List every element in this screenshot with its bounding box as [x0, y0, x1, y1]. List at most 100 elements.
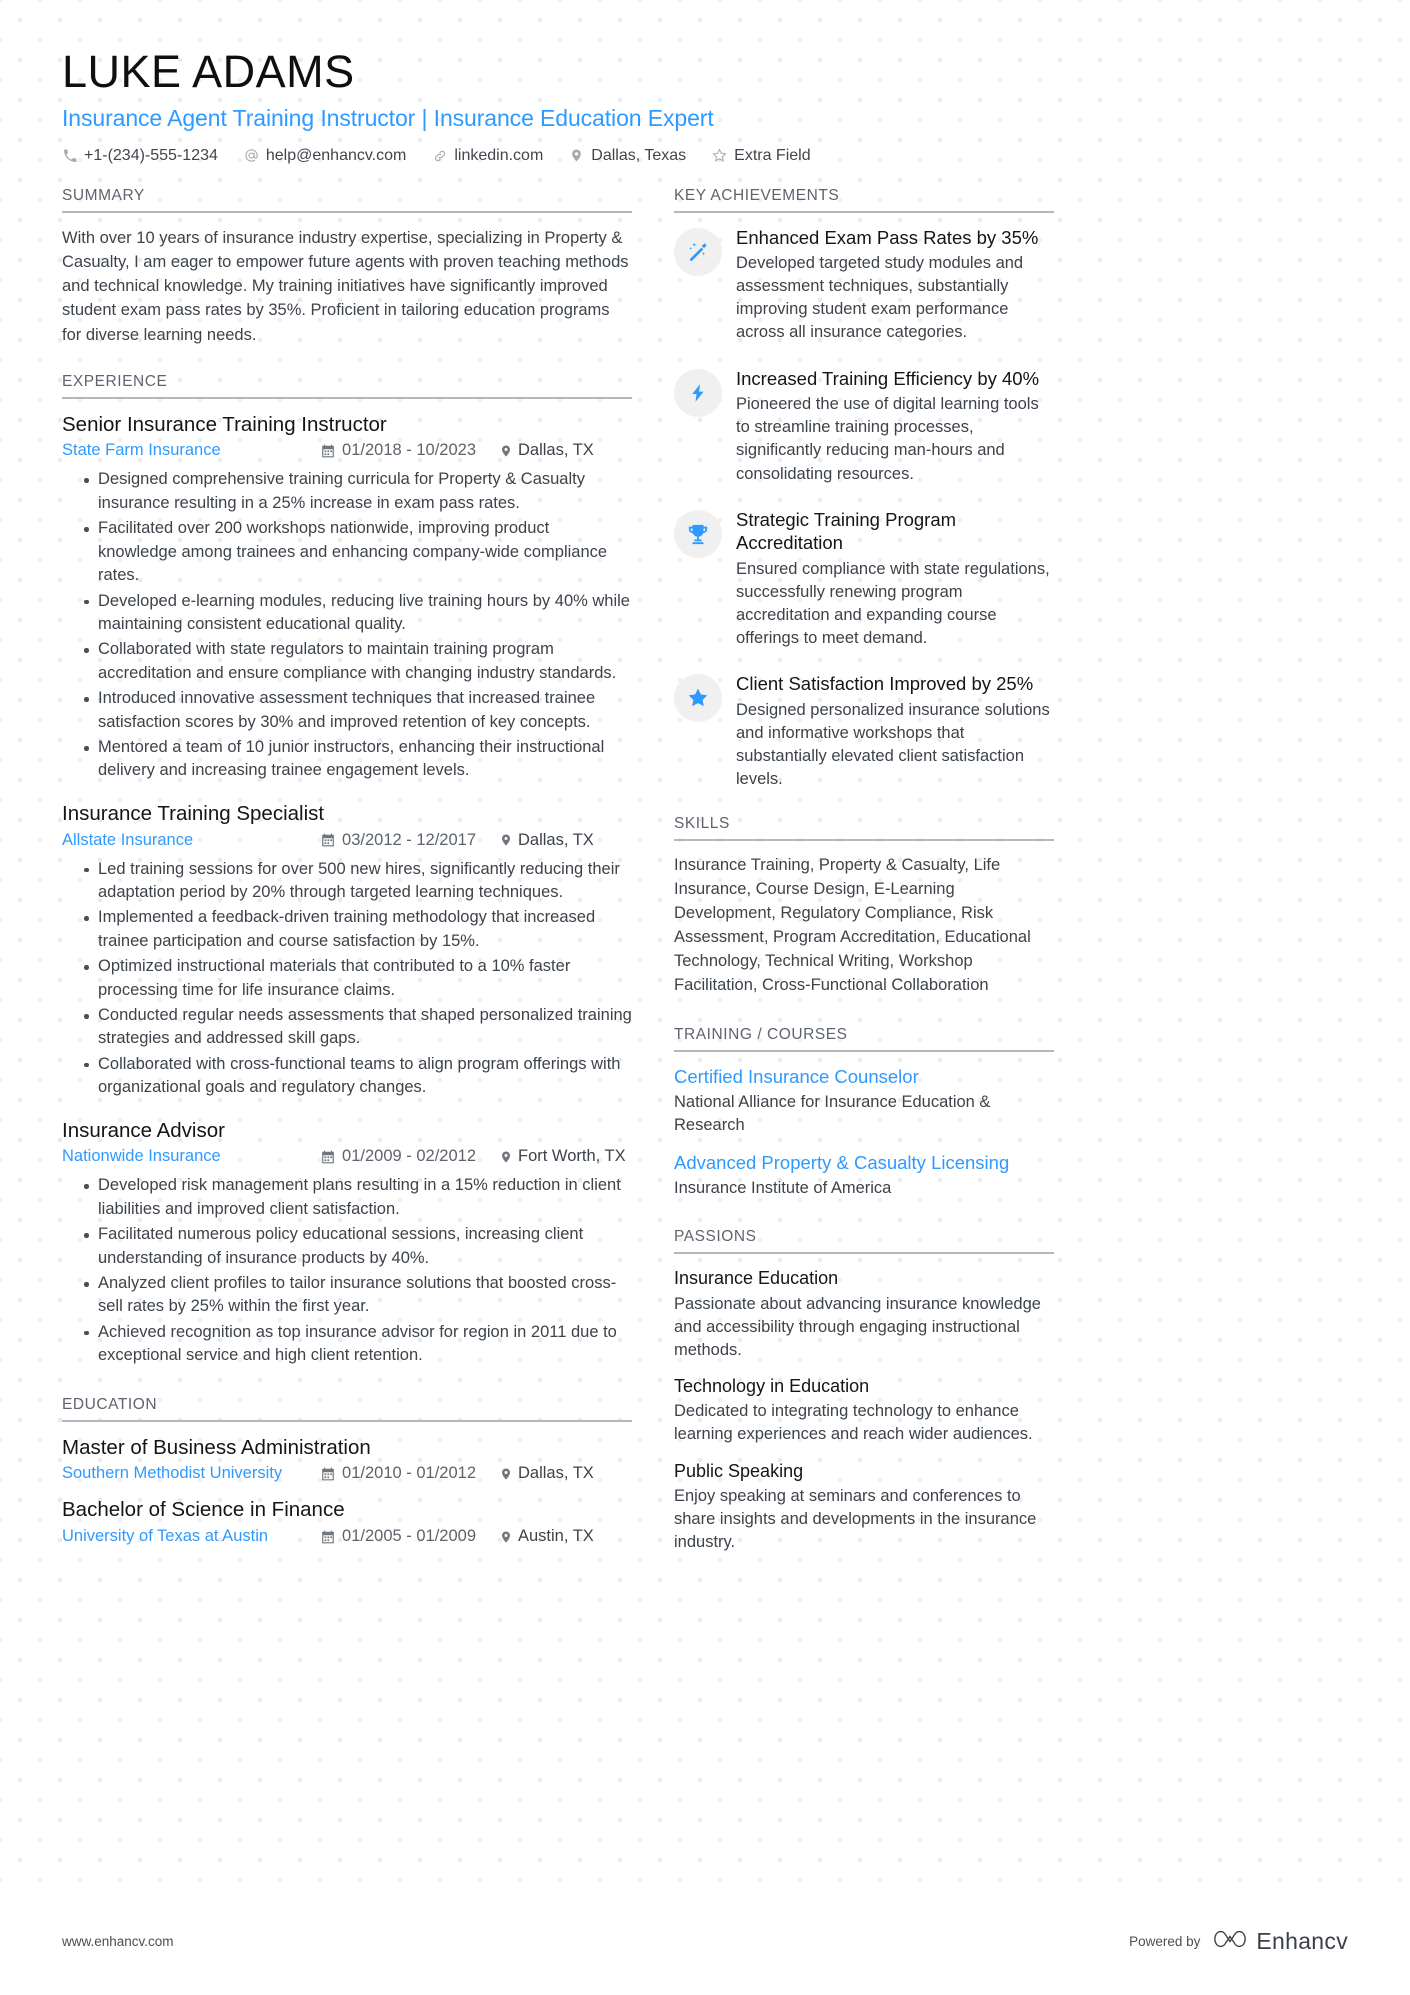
enhancv-brand-name: Enhancv — [1256, 1927, 1348, 1954]
job-company[interactable]: Allstate Insurance — [62, 831, 193, 850]
job-location-text: Dallas, TX — [518, 441, 594, 460]
section-title-education: EDUCATION — [62, 1396, 632, 1422]
job-date-text: 01/2018 - 10/2023 — [342, 441, 476, 460]
contact-linkedin[interactable]: linkedin.com — [432, 147, 543, 165]
page-title: LUKE ADAMS — [62, 46, 355, 97]
contact-extra-field[interactable]: Extra Field — [712, 147, 811, 165]
list-item: Facilitated numerous policy educational … — [84, 1223, 632, 1270]
achievement-text: Strategic Training Program Accreditation… — [736, 508, 1054, 651]
at-email-icon — [244, 148, 259, 163]
job-location-text: Fort Worth, TX — [518, 1147, 626, 1166]
location-pin-icon — [500, 1150, 512, 1164]
section-summary: SUMMARY With over 10 years of insurance … — [62, 187, 632, 347]
education-meta: University of Texas at Austin 01/2005 - … — [62, 1527, 632, 1546]
calendar-icon — [321, 1150, 335, 1164]
list-item: Developed risk management plans resultin… — [84, 1174, 632, 1221]
education-date-text: 01/2010 - 01/2012 — [342, 1464, 476, 1483]
experience-entry: Insurance Advisor Nationwide Insurance 0… — [62, 1118, 632, 1368]
resume-page: LUKE ADAMS Insurance Agent Training Inst… — [0, 0, 1410, 1995]
resume-footer: www.enhancv.com Powered by Enhancv — [0, 1887, 1410, 1995]
job-location: Dallas, TX — [500, 441, 632, 460]
summary-body: With over 10 years of insurance industry… — [62, 213, 632, 347]
job-company[interactable]: Nationwide Insurance — [62, 1147, 221, 1166]
experience-entry: Senior Insurance Training Instructor Sta… — [62, 412, 632, 783]
education-degree: Master of Business Administration — [62, 1435, 371, 1459]
location-pin-icon — [500, 444, 512, 458]
contact-phone[interactable]: +1-(234)-555-1234 — [62, 147, 218, 165]
resume-content: LUKE ADAMS Insurance Agent Training Inst… — [0, 0, 1410, 1687]
course-name[interactable]: Certified Insurance Counselor — [674, 1065, 1054, 1089]
list-item: Implemented a feedback-driven training m… — [84, 906, 632, 953]
achievement-title: Increased Training Efficiency by 40% — [736, 367, 1040, 389]
education-location: Dallas, TX — [500, 1464, 632, 1483]
education-school[interactable]: Southern Methodist University — [62, 1464, 282, 1483]
section-passions: PASSIONS Insurance Education Passionate … — [674, 1228, 1054, 1554]
job-bullets: Developed risk management plans resultin… — [62, 1174, 632, 1367]
education-school[interactable]: University of Texas at Austin — [62, 1527, 268, 1546]
link-icon — [432, 148, 447, 163]
list-item: Optimized instructional materials that c… — [84, 955, 632, 1002]
section-title-summary: SUMMARY — [62, 187, 632, 213]
education-date: 01/2005 - 01/2009 — [321, 1527, 476, 1546]
right-column: KEY ACHIEVEMENTS Enhanced Exam Pass Rate… — [674, 187, 1054, 1568]
left-column: SUMMARY With over 10 years of insurance … — [62, 187, 632, 1561]
resume-columns: SUMMARY With over 10 years of insurance … — [62, 187, 1348, 1568]
passion-description: Enjoy speaking at seminars and conferenc… — [674, 1486, 1037, 1552]
enhancv-logo-icon — [1213, 1927, 1247, 1956]
location-pin-icon — [500, 1467, 512, 1481]
footer-website-url[interactable]: www.enhancv.com — [62, 1934, 174, 1949]
passions-body: Insurance Education Passionate about adv… — [674, 1254, 1054, 1554]
passion-item: Insurance Education Passionate about adv… — [674, 1267, 1054, 1362]
job-meta: State Farm Insurance 01/2018 - 10/2023 D… — [62, 441, 632, 460]
job-meta: Nationwide Insurance 01/2009 - 02/2012 F… — [62, 1147, 632, 1166]
section-title-key-achievements: KEY ACHIEVEMENTS — [674, 187, 1054, 213]
section-title-passions: PASSIONS — [674, 1228, 1054, 1255]
job-bullets: Designed comprehensive training curricul… — [62, 468, 632, 782]
skills-text: Insurance Training, Property & Casualty,… — [674, 856, 1031, 994]
section-training-courses: TRAINING / COURSES Certified Insurance C… — [674, 1026, 1054, 1200]
job-company[interactable]: State Farm Insurance — [62, 441, 221, 460]
passion-name: Insurance Education — [674, 1268, 839, 1289]
achievement-text: Enhanced Exam Pass Rates by 35% Develope… — [736, 226, 1054, 345]
job-title: Senior Insurance Training Instructor — [62, 412, 387, 436]
achievement-title: Strategic Training Program Accreditation — [736, 508, 957, 554]
experience-entry: Insurance Training Specialist Allstate I… — [62, 801, 632, 1100]
location-pin-icon — [500, 1530, 512, 1544]
section-education: EDUCATION Master of Business Administrat… — [62, 1396, 632, 1546]
contact-email[interactable]: help@enhancv.com — [244, 147, 406, 165]
list-item: Collaborated with cross-functional teams… — [84, 1053, 632, 1100]
phone-icon — [62, 148, 77, 163]
job-location-text: Dallas, TX — [518, 830, 594, 849]
job-location: Dallas, TX — [500, 831, 632, 850]
education-date-text: 01/2005 - 01/2009 — [342, 1527, 476, 1546]
course-name[interactable]: Advanced Property & Casualty Licensing — [674, 1151, 1054, 1175]
section-title-experience: EXPERIENCE — [62, 373, 632, 399]
section-title-training-courses: TRAINING / COURSES — [674, 1026, 1054, 1052]
enhancv-brand[interactable]: Enhancv — [1213, 1927, 1348, 1956]
achievement-item: Enhanced Exam Pass Rates by 35% Develope… — [674, 226, 1054, 345]
achievement-text: Client Satisfaction Improved by 25% Desi… — [736, 672, 1054, 791]
footer-branding: Powered by Enhancv — [1129, 1927, 1348, 1956]
section-title-skills: SKILLS — [674, 815, 1054, 842]
achievement-description: Pioneered the use of digital learning to… — [736, 395, 1039, 483]
contact-row: +1-(234)-555-1234 help@enhancv.com linke… — [62, 147, 1348, 165]
section-experience: EXPERIENCE Senior Insurance Training Ins… — [62, 373, 632, 1368]
calendar-icon — [321, 444, 335, 458]
list-item: Introduced innovative assessment techniq… — [84, 687, 632, 734]
training-body: Certified Insurance Counselor National A… — [674, 1052, 1054, 1200]
job-date: 01/2009 - 02/2012 — [321, 1147, 476, 1166]
contact-location[interactable]: Dallas, Texas — [569, 147, 686, 165]
achievement-description: Ensured compliance with state regulation… — [736, 559, 1050, 648]
job-title: Insurance Advisor — [62, 1118, 225, 1142]
achievements-body: Enhanced Exam Pass Rates by 35% Develope… — [674, 213, 1054, 792]
education-location-text: Austin, TX — [518, 1527, 594, 1546]
course-item: Certified Insurance Counselor National A… — [674, 1065, 1054, 1137]
section-key-achievements: KEY ACHIEVEMENTS Enhanced Exam Pass Rate… — [674, 187, 1054, 792]
achievement-item: Strategic Training Program Accreditation… — [674, 508, 1054, 651]
list-item: Mentored a team of 10 junior instructors… — [84, 736, 632, 783]
passion-description: Passionate about advancing insurance kno… — [674, 1294, 1041, 1359]
job-location: Fort Worth, TX — [500, 1147, 632, 1166]
lightning-bolt-icon — [674, 368, 722, 417]
contact-location-text: Dallas, Texas — [591, 146, 687, 164]
passion-name: Technology in Education — [674, 1375, 870, 1396]
